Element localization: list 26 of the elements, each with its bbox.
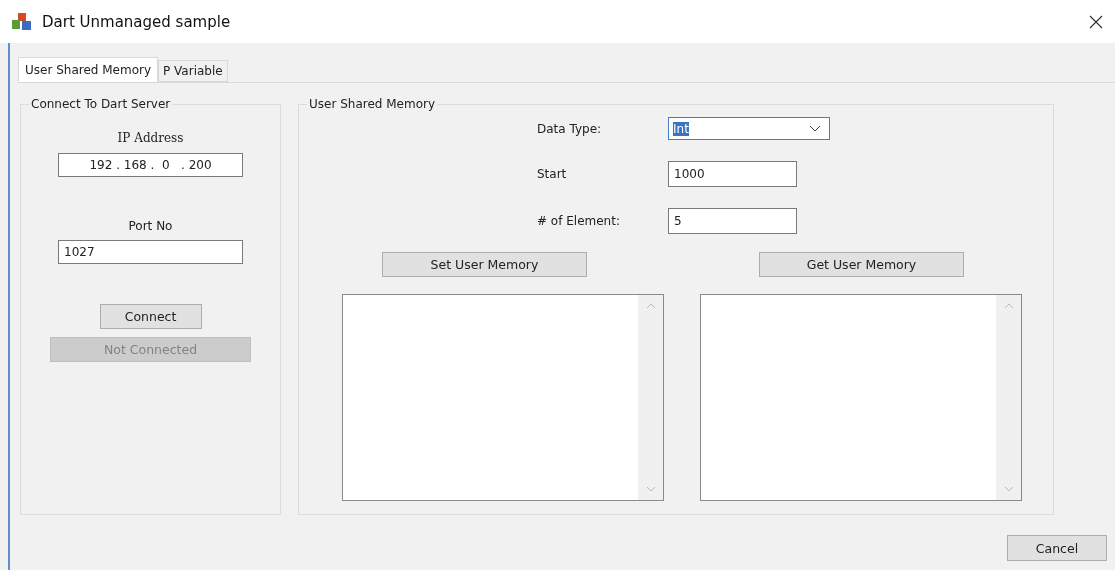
- tab[interactable]: P Variable: [158, 60, 228, 82]
- ip-address-field[interactable]: 192 . 168 . 0 . 200: [58, 153, 243, 177]
- text-area[interactable]: [342, 294, 664, 501]
- group-title: Connect To Dart Server: [29, 97, 173, 111]
- field-label: # of Element:: [537, 214, 621, 228]
- memory-button[interactable]: Set User Memory: [382, 252, 587, 277]
- data-type-dropdown[interactable]: Int: [668, 117, 830, 140]
- field-label: Start: [537, 167, 568, 181]
- window-title: Dart Unmanaged sample: [42, 12, 231, 31]
- field-label: Data Type:: [537, 121, 603, 136]
- text-area[interactable]: [700, 294, 1022, 501]
- tab[interactable]: User Shared Memory: [18, 57, 159, 82]
- close-icon[interactable]: [1089, 14, 1103, 29]
- cancel-button[interactable]: Cancel: [1007, 535, 1107, 561]
- cubes-icon: [12, 12, 32, 31]
- group-title: User Shared Memory: [307, 97, 438, 111]
- field-label: IP Address: [117, 131, 184, 145]
- chevron-down-icon: [809, 125, 821, 132]
- input-field[interactable]: 5: [668, 208, 797, 234]
- field-label: Port No: [128, 219, 173, 233]
- memory-button[interactable]: Get User Memory: [759, 252, 964, 277]
- input-field[interactable]: 1000: [668, 161, 797, 187]
- scroll-bar[interactable]: [638, 295, 663, 500]
- scroll-bar[interactable]: [996, 295, 1021, 500]
- port-field[interactable]: 1027: [58, 240, 243, 264]
- connect-button[interactable]: Connect: [99, 304, 202, 329]
